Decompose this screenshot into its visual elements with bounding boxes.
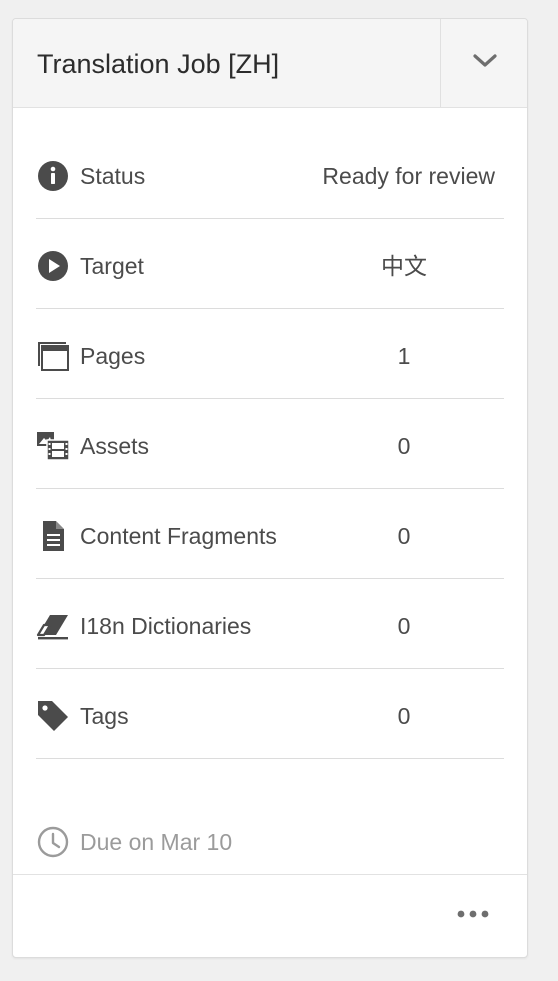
i18n-dictionaries-value: 0 xyxy=(397,613,411,639)
translation-job-card: Translation Job [ZH] Status Ready for re… xyxy=(12,18,528,958)
tags-label: Tags xyxy=(80,703,129,729)
info-icon xyxy=(36,159,70,193)
target-value: 中文 xyxy=(381,253,427,279)
card-footer xyxy=(13,874,527,957)
status-label: Status xyxy=(80,163,146,189)
card-title: Translation Job [ZH] xyxy=(37,49,280,79)
play-icon xyxy=(36,249,70,283)
pages-icon xyxy=(36,339,70,373)
detail-row-content-fragments: Content Fragments 0 xyxy=(36,489,504,579)
content-fragments-label: Content Fragments xyxy=(80,523,277,549)
assets-icon xyxy=(36,429,70,463)
target-label: Target xyxy=(80,253,144,279)
eraser-icon xyxy=(36,609,70,643)
chevron-down-icon xyxy=(472,53,498,74)
detail-row-target: Target 中文 xyxy=(36,219,504,309)
due-date: Due on Mar 10 xyxy=(36,824,232,860)
more-actions-button[interactable] xyxy=(455,903,491,927)
due-date-text: Due on Mar 10 xyxy=(80,828,233,855)
assets-value: 0 xyxy=(397,433,411,459)
detail-row-assets: Assets 0 xyxy=(36,399,504,489)
detail-row-tags: Tags 0 xyxy=(36,669,504,759)
detail-row-status: Status Ready for review xyxy=(36,129,504,219)
detail-row-i18n-dictionaries: I18n Dictionaries 0 xyxy=(36,579,504,669)
job-details-list: Status Ready for review Target 中文 Pages … xyxy=(36,129,504,759)
pages-label: Pages xyxy=(80,343,146,369)
collapse-toggle-button[interactable] xyxy=(440,19,527,107)
status-value: Ready for review xyxy=(322,163,495,189)
tag-icon xyxy=(36,699,70,733)
more-horizontal-icon xyxy=(456,906,490,924)
detail-row-pages: Pages 1 xyxy=(36,309,504,399)
i18n-dictionaries-label: I18n Dictionaries xyxy=(80,613,252,639)
assets-label: Assets xyxy=(80,433,150,459)
tags-value: 0 xyxy=(397,703,411,729)
content-fragments-value: 0 xyxy=(397,523,411,549)
document-icon xyxy=(36,519,70,553)
pages-value: 1 xyxy=(397,343,411,369)
clock-icon xyxy=(36,825,70,859)
card-header: Translation Job [ZH] xyxy=(13,19,527,108)
